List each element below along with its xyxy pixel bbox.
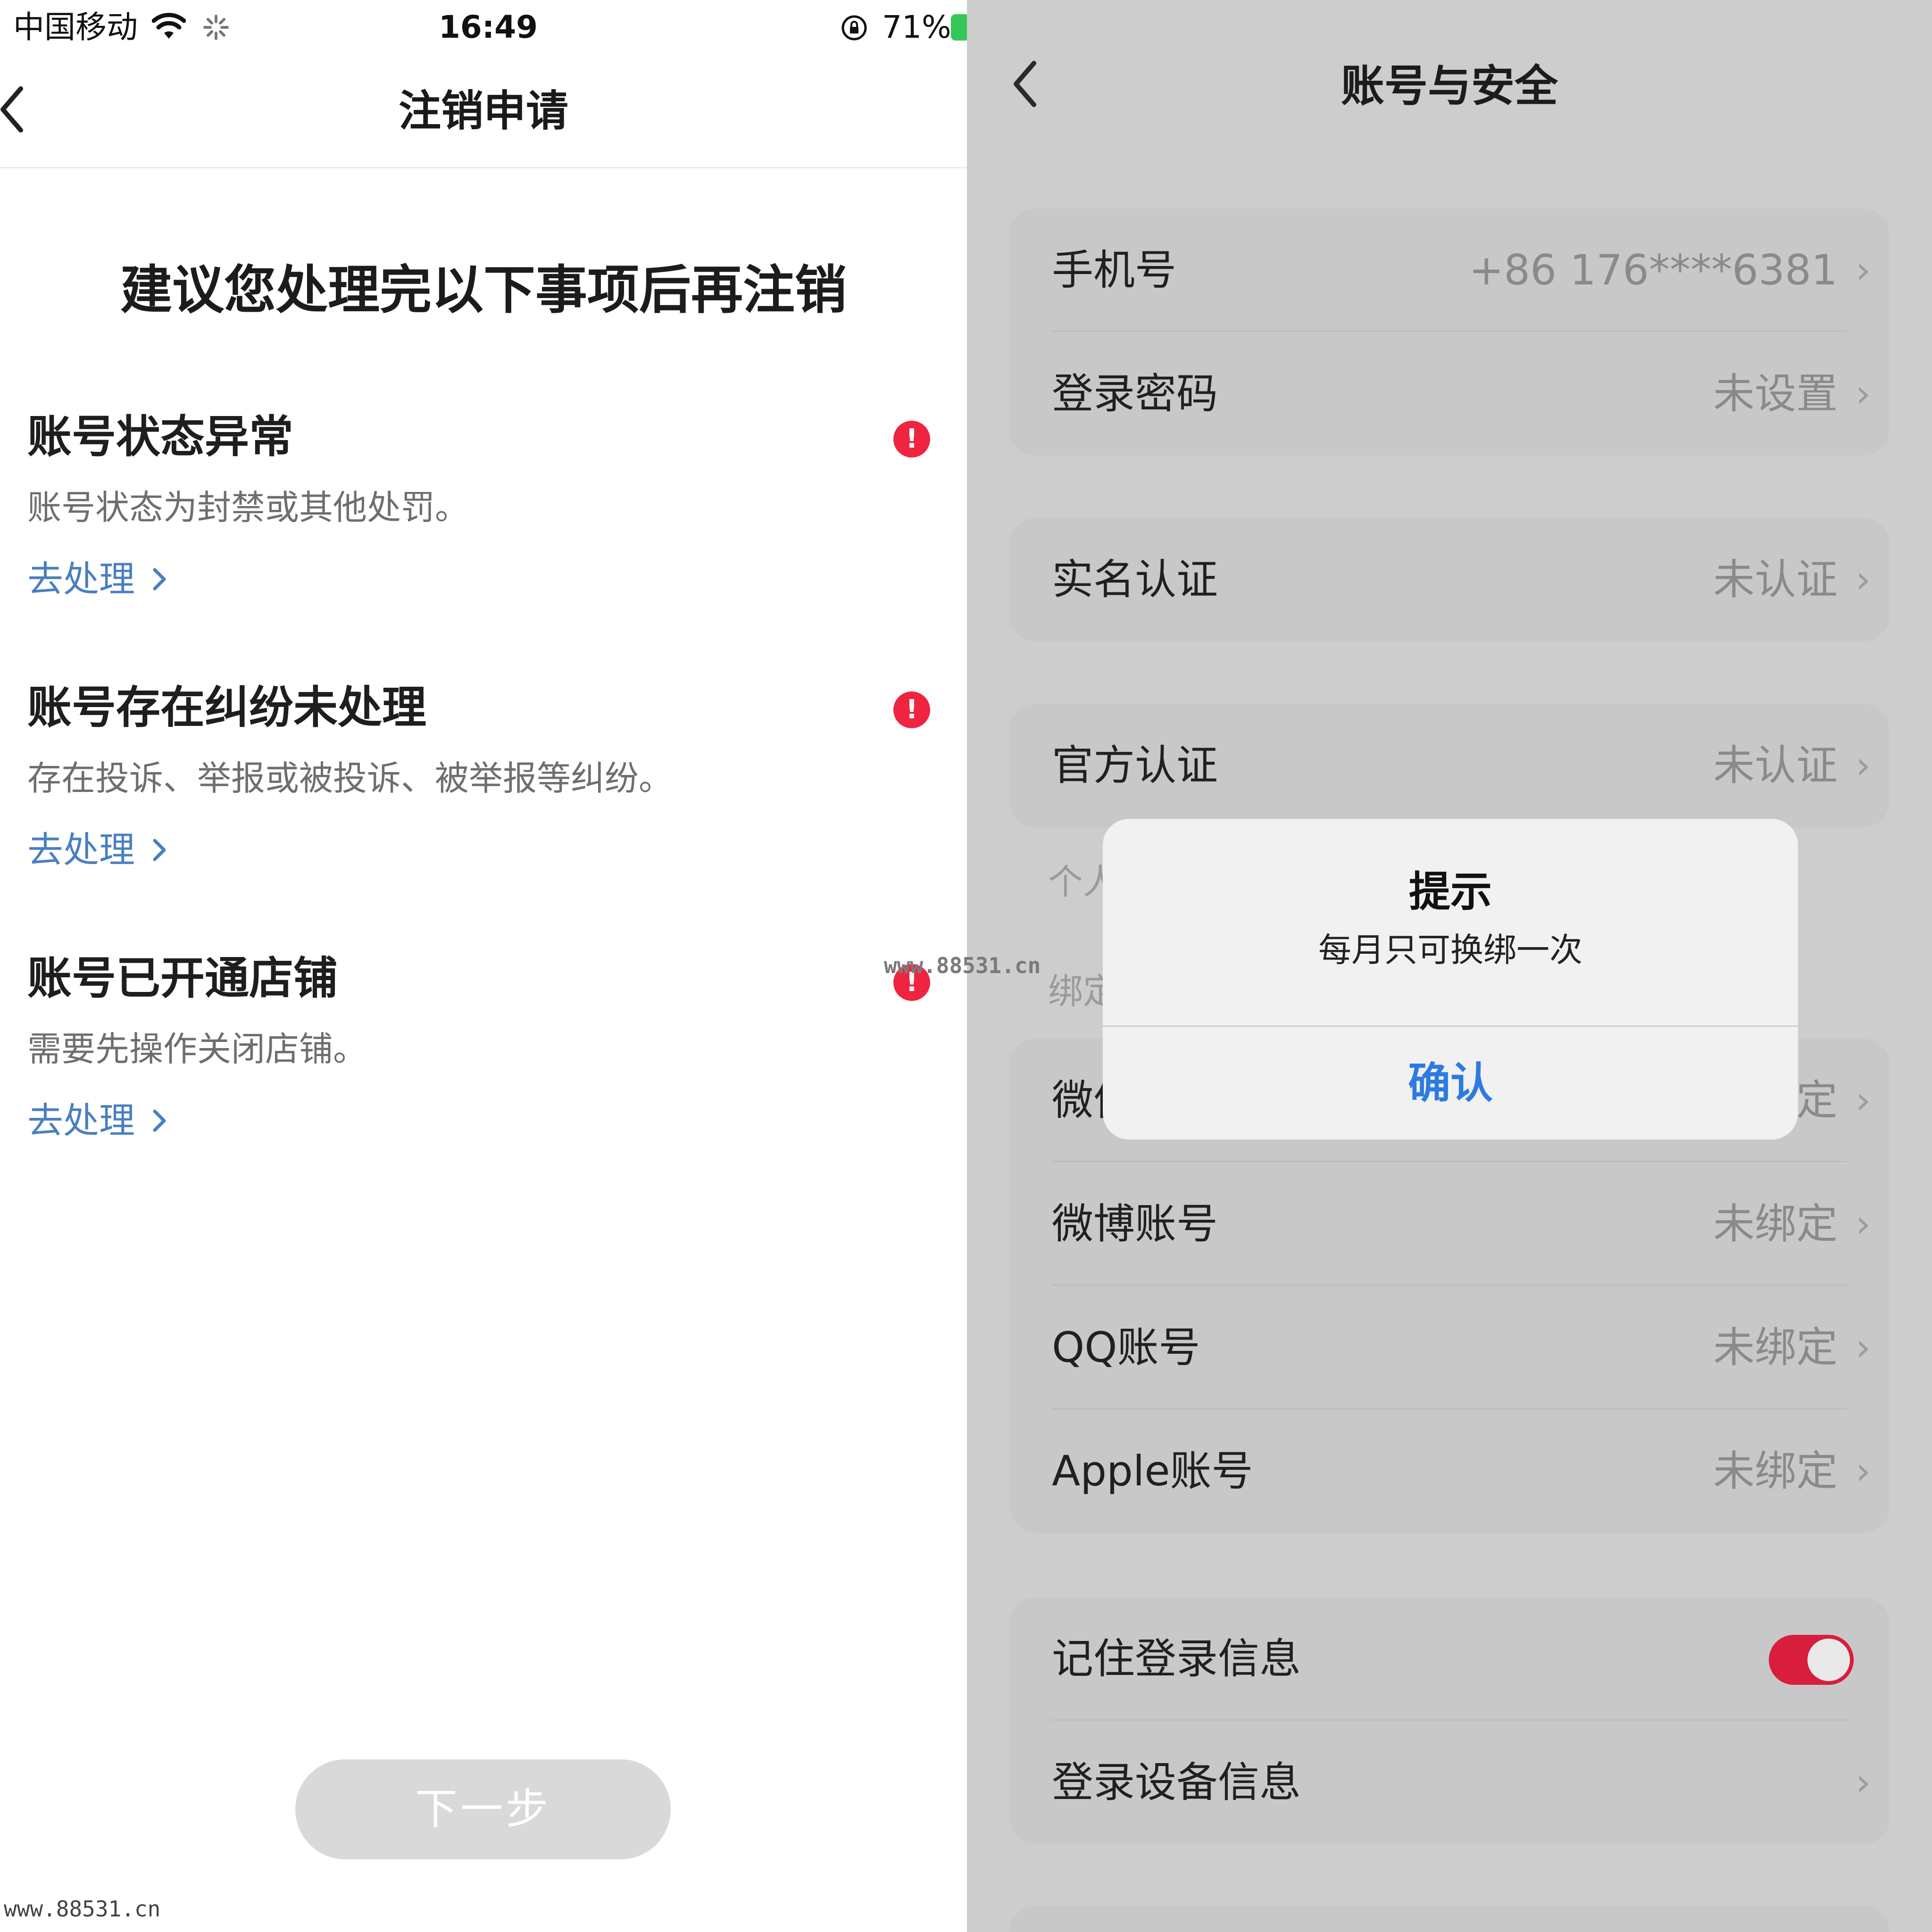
row-label: 登录设备信息 bbox=[1052, 1758, 1301, 1807]
chevron-right-icon bbox=[153, 1109, 166, 1132]
password-row[interactable]: 登录密码 未设置 › bbox=[1009, 332, 1890, 456]
issue-title: 账号存在纠纷未处理 bbox=[27, 682, 427, 733]
resolve-link-label: 去处理 bbox=[27, 1099, 135, 1141]
login-credentials-card: 手机号 +86 176****6381 › 登录密码 未设置 › bbox=[1009, 208, 1890, 456]
chevron-right-icon: › bbox=[1856, 1760, 1871, 1804]
dialog-message: 每月只可换绑一次 bbox=[1318, 931, 1582, 969]
issue-description: 账号状态为封禁或其他处罚。 bbox=[27, 488, 469, 527]
resolve-link[interactable]: 去处理 bbox=[27, 556, 168, 603]
confirm-button[interactable]: 确认 bbox=[1103, 1027, 1798, 1140]
row-label: Apple账号 bbox=[1052, 1447, 1253, 1495]
issue-description: 存在投诉、举报或被投诉、被举报等纠纷。 bbox=[27, 758, 673, 798]
row-value: 未认证 bbox=[1713, 741, 1838, 790]
page-title: 账号与安全 bbox=[1341, 61, 1558, 111]
row-value: +86 176****6381 bbox=[1469, 246, 1838, 294]
row-label: QQ账号 bbox=[1052, 1323, 1200, 1372]
qq-row[interactable]: QQ账号 未绑定 › bbox=[1009, 1286, 1890, 1409]
chevron-right-icon: › bbox=[1856, 1325, 1871, 1369]
chevron-right-icon: › bbox=[1856, 558, 1871, 601]
next-step-button[interactable]: 下一步 bbox=[295, 1759, 671, 1859]
remember-login-toggle[interactable] bbox=[1769, 1635, 1854, 1685]
chevron-right-icon bbox=[153, 568, 166, 591]
cancel-account-screen: 中国移动 16:49 71% 注销申请 建议您处理完以下事项后再注销 账号状态异… bbox=[0, 0, 967, 1932]
watermark: www.88531.cn bbox=[4, 1896, 161, 1922]
weibo-row[interactable]: 微博账号 未绑定 › bbox=[1009, 1162, 1890, 1286]
login-settings-card: 记住登录信息 登录设备信息 › bbox=[1009, 1597, 1890, 1844]
row-label: 官方认证 bbox=[1052, 741, 1218, 790]
carrier-label: 中国移动 bbox=[13, 9, 138, 45]
page-title: 注销申请 bbox=[399, 86, 568, 136]
chevron-right-icon: › bbox=[1856, 1202, 1871, 1246]
row-value: 未绑定 bbox=[1713, 1199, 1838, 1248]
row-label: 手机号 bbox=[1052, 246, 1177, 294]
watermark: www.88531.cn bbox=[884, 953, 1041, 978]
alert-icon: ! bbox=[893, 691, 930, 728]
header-divider bbox=[0, 167, 967, 168]
clock: 16:49 bbox=[439, 9, 538, 45]
official-card: 官方认证 未认证 › bbox=[1009, 704, 1890, 827]
row-label: 实名认证 bbox=[1052, 555, 1218, 604]
dialog-title: 提示 bbox=[1408, 867, 1492, 916]
apple-row[interactable]: Apple账号 未绑定 › bbox=[1009, 1409, 1890, 1533]
alert-dialog: 提示 每月只可换绑一次 确认 bbox=[1103, 819, 1798, 1140]
row-label: 微博账号 bbox=[1052, 1199, 1218, 1248]
resolve-link-label: 去处理 bbox=[27, 829, 135, 871]
official-row[interactable]: 官方认证 未认证 › bbox=[1009, 704, 1890, 827]
realname-row[interactable]: 实名认证 未认证 › bbox=[1009, 518, 1890, 641]
resolve-link-label: 去处理 bbox=[27, 558, 135, 600]
issue-title: 账号状态异常 bbox=[27, 411, 294, 463]
warning-headline: 建议您处理完以下事项后再注销 bbox=[120, 260, 847, 320]
battery-percent: 71% bbox=[882, 9, 951, 45]
orientation-lock-icon bbox=[841, 14, 868, 43]
chevron-right-icon bbox=[153, 839, 166, 861]
chevron-right-icon: › bbox=[1856, 1449, 1871, 1493]
login-devices-row[interactable]: 登录设备信息 › bbox=[1009, 1721, 1890, 1844]
resolve-link[interactable]: 去处理 bbox=[27, 1097, 168, 1144]
chevron-right-icon: › bbox=[1856, 372, 1871, 416]
issue-description: 需要先操作关闭店铺。 bbox=[27, 1029, 367, 1069]
loading-spinner-icon bbox=[202, 13, 230, 43]
resolve-link[interactable]: 去处理 bbox=[27, 826, 168, 874]
realname-card: 实名认证 未认证 › bbox=[1009, 518, 1890, 641]
chevron-right-icon: › bbox=[1856, 1078, 1871, 1122]
toggle-knob bbox=[1807, 1639, 1850, 1681]
row-label: 记住登录信息 bbox=[1052, 1634, 1301, 1683]
row-value: 未设置 bbox=[1713, 369, 1838, 418]
phone-row[interactable]: 手机号 +86 176****6381 › bbox=[1009, 208, 1890, 332]
remember-login-row: 记住登录信息 bbox=[1009, 1597, 1890, 1721]
chevron-right-icon: › bbox=[1856, 248, 1871, 292]
alert-icon: ! bbox=[893, 421, 930, 458]
chevron-right-icon: › bbox=[1856, 743, 1871, 787]
row-value: 未绑定 bbox=[1713, 1447, 1838, 1495]
row-label: 登录密码 bbox=[1052, 369, 1218, 418]
row-value: 未认证 bbox=[1713, 555, 1838, 604]
battery-icon bbox=[951, 14, 967, 41]
row-value: 未绑定 bbox=[1713, 1323, 1838, 1372]
wifi-icon bbox=[151, 12, 186, 43]
issue-title: 账号已开通店铺 bbox=[27, 953, 338, 1004]
next-card bbox=[1009, 1906, 1890, 1932]
